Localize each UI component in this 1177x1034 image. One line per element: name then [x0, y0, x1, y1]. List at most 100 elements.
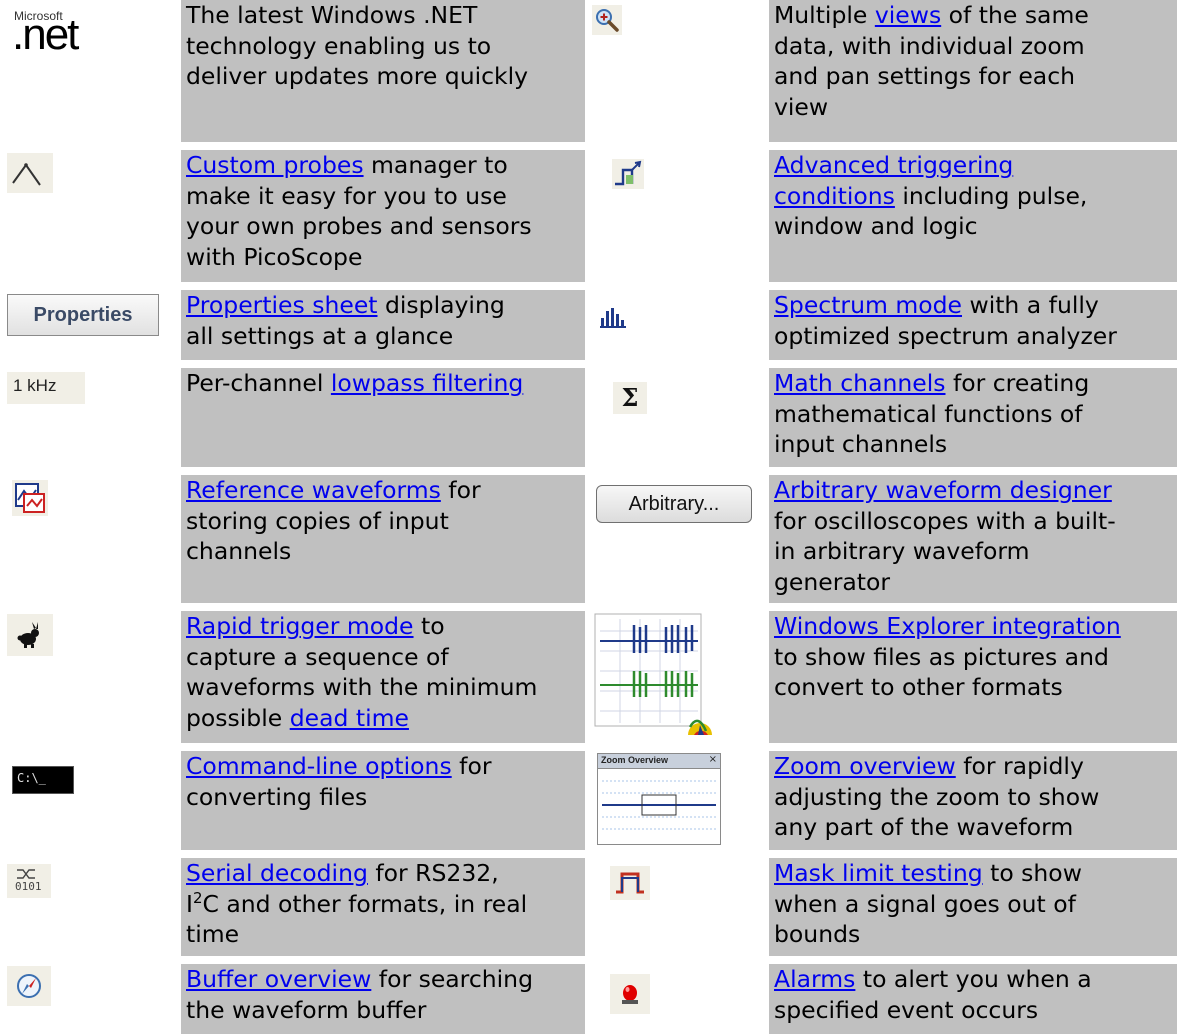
text-segment: Multiple	[774, 1, 875, 29]
feature-description: Advanced triggering conditions including …	[769, 150, 1177, 282]
feature-description: Serial decoding for RS232, I2C and other …	[181, 858, 585, 956]
text-segment: to show	[982, 859, 1082, 887]
text-segment: possible	[186, 703, 290, 732]
feature-description: Properties sheet displaying all settings …	[181, 290, 585, 360]
feature-link[interactable]: Arbitrary waveform designer	[774, 476, 1112, 504]
text-line: Command-line options for	[186, 751, 585, 782]
feature-link[interactable]: views	[875, 1, 941, 29]
text-line: view	[774, 92, 1177, 123]
text-line: converting files	[186, 782, 585, 813]
feature-link[interactable]: Windows Explorer integration	[774, 612, 1121, 640]
feature-link[interactable]: Math channels	[774, 369, 946, 397]
text-line: for oscilloscopes with a built-	[774, 506, 1177, 537]
icon-cell	[592, 290, 761, 360]
text-line: Rapid trigger mode to	[186, 611, 585, 642]
text-segment: storing copies of input	[186, 506, 449, 535]
command-line-icon: C:\_	[12, 766, 74, 794]
feature-description: Spectrum mode with a fully optimized spec…	[769, 290, 1177, 360]
zoom-overview-title: Zoom Overview	[601, 755, 669, 765]
icon-cell	[7, 964, 173, 1034]
feature-row: 1 kHz Per-channel lowpass filtering Σ Ma…	[0, 368, 1177, 467]
text-segment: bounds	[774, 920, 861, 948]
lowpass-filter-icon: 1 kHz	[7, 372, 85, 404]
text-segment: when a signal goes out of	[774, 889, 1076, 918]
icon-cell: Arbitrary...	[592, 475, 761, 603]
feature-link[interactable]: Spectrum mode	[774, 291, 962, 319]
text-line: specified event occurs	[774, 995, 1177, 1026]
text-line: technology enabling us to	[186, 31, 585, 62]
command-prompt-text: C:\_	[17, 771, 46, 785]
text-line: Arbitrary waveform designer	[774, 475, 1177, 506]
text-line: storing copies of input	[186, 506, 585, 537]
feature-row: Custom probes manager to make it easy for…	[0, 150, 1177, 282]
probe-icon	[7, 153, 53, 193]
text-line: conditions including pulse,	[774, 181, 1177, 212]
sigma-icon: Σ	[613, 382, 647, 414]
text-line: with PicoScope	[186, 242, 585, 273]
text-segment: waveforms with the minimum	[186, 673, 538, 701]
feature-link[interactable]: Properties sheet	[186, 291, 378, 319]
feature-link[interactable]: Buffer overview	[186, 965, 371, 993]
icon-cell: 0101	[7, 858, 173, 956]
feature-link[interactable]: Mask limit testing	[774, 859, 983, 887]
text-line: bounds	[774, 919, 1177, 950]
zoom-in-icon	[592, 5, 622, 35]
feature-description: Per-channel lowpass filtering	[181, 368, 585, 467]
text-line: Serial decoding for RS232,	[186, 858, 585, 889]
icon-cell	[7, 150, 173, 282]
text-segment: I	[186, 889, 193, 918]
text-line: Advanced triggering	[774, 150, 1177, 181]
text-segment: converting files	[186, 782, 368, 811]
feature-link[interactable]: Reference waveforms	[186, 476, 441, 504]
zoom-overview-plot	[602, 780, 716, 830]
text-line: Per-channel lowpass filtering	[186, 368, 585, 399]
feature-link[interactable]: Advanced triggering	[774, 151, 1013, 179]
feature-row: Reference waveforms for storing copies of…	[0, 475, 1177, 603]
text-segment: for rapidly	[955, 752, 1084, 780]
feature-link[interactable]: Zoom overview	[774, 752, 956, 780]
text-line: Buffer overview for searching	[186, 964, 585, 995]
mask-limit-icon	[610, 866, 650, 900]
feature-link[interactable]: Command-line options	[186, 752, 452, 780]
feature-description: Reference waveforms for storing copies of…	[181, 475, 585, 603]
text-segment: for creating	[945, 369, 1090, 397]
advanced-trigger-icon	[612, 159, 644, 189]
feature-description: Alarms to alert you when a specified even…	[769, 964, 1177, 1034]
feature-description: Math channels for creating mathematical f…	[769, 368, 1177, 467]
serial-decoding-icon: 0101	[7, 864, 51, 898]
feature-description: Multiple views of the same data, with ind…	[769, 0, 1177, 142]
text-line: waveforms with the minimum	[186, 672, 585, 703]
text-line: in arbitrary waveform	[774, 536, 1177, 567]
alarm-light-icon	[610, 974, 650, 1014]
text-segment: in arbitrary waveform	[774, 537, 1030, 565]
text-line: any part of the waveform	[774, 812, 1177, 843]
text-segment: deliver updates more quickly	[186, 62, 529, 90]
sigma-glyph: Σ	[621, 383, 639, 412]
text-segment: and pan settings for each	[774, 62, 1076, 90]
feature-link[interactable]: Custom probes	[186, 151, 364, 179]
text-line: capture a sequence of	[186, 642, 585, 673]
text-line: Multiple views of the same	[774, 0, 1177, 31]
text-segment: including pulse,	[894, 181, 1088, 210]
feature-link[interactable]: Alarms	[774, 965, 855, 993]
rabbit-icon	[7, 614, 53, 656]
feature-link[interactable]: Rapid trigger mode	[186, 612, 414, 640]
feature-row: Properties Properties sheet displaying al…	[0, 290, 1177, 360]
feature-link[interactable]: Serial decoding	[186, 859, 368, 887]
feature-link[interactable]: lowpass filtering	[331, 369, 523, 397]
feature-link[interactable]: conditions	[774, 182, 895, 210]
text-line: make it easy for you to use	[186, 181, 585, 212]
text-line: data, with individual zoom	[774, 31, 1177, 62]
text-segment: to show files as pictures and	[774, 642, 1109, 671]
text-segment: generator	[774, 567, 891, 596]
close-icon: ×	[708, 754, 717, 765]
text-line: Zoom overview for rapidly	[774, 751, 1177, 782]
feature-link[interactable]: dead time	[290, 704, 409, 732]
icon-cell	[592, 150, 761, 282]
compass-icon	[7, 966, 51, 1006]
text-line: generator	[774, 567, 1177, 598]
text-line: mathematical functions of	[774, 399, 1177, 430]
text-segment: any part of the waveform	[774, 813, 1074, 841]
arbitrary-button-icon: Arbitrary...	[596, 485, 752, 523]
text-segment: your own probes and sensors	[186, 212, 532, 240]
